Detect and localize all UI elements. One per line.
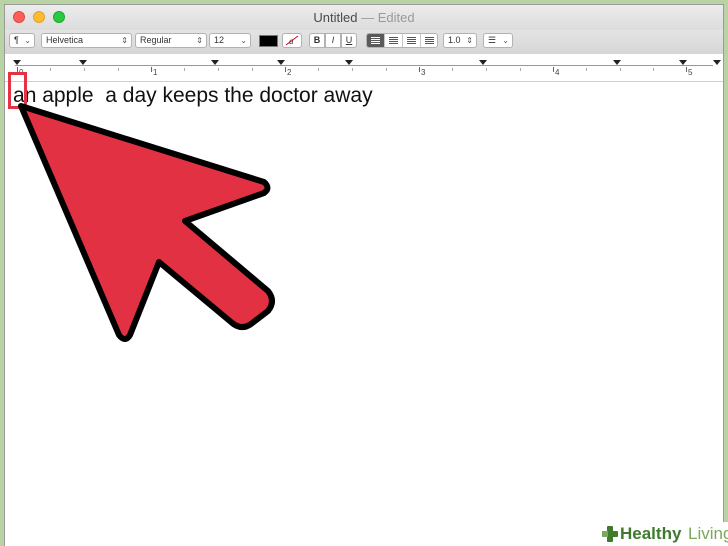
arrow-overlay <box>18 103 275 342</box>
pointer-arrow-icon <box>18 103 275 342</box>
brand-name-light: Living <box>688 524 728 543</box>
healthy-living-badge: Healthy Living <box>596 522 728 546</box>
health-cross-icon <box>602 526 618 542</box>
brand-name-bold: Healthy <box>620 524 682 543</box>
